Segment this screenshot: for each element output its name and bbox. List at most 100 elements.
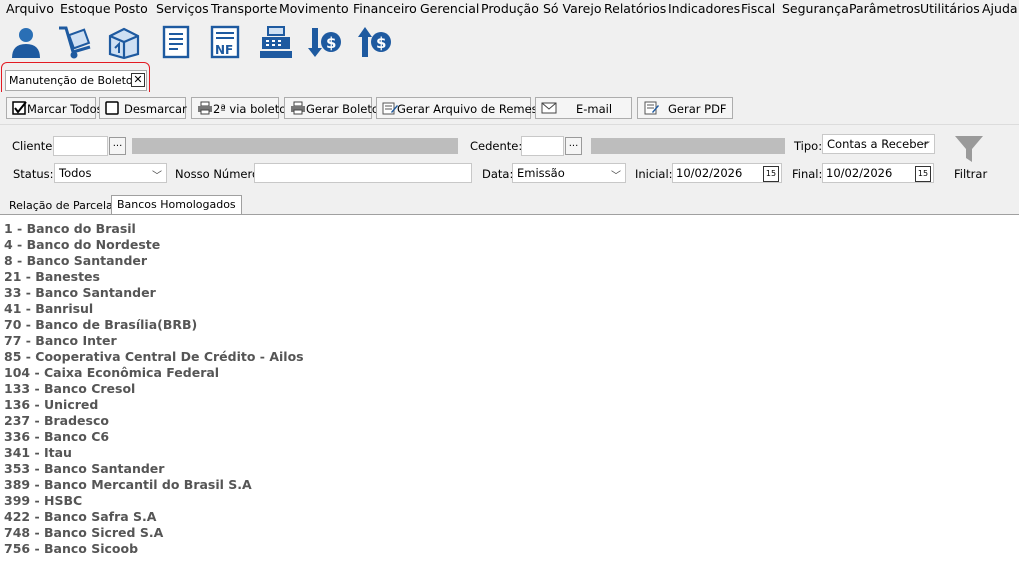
calendar-icon[interactable]: 15 [763, 166, 779, 182]
nf-icon-text: NF [215, 43, 233, 57]
list-item: 389 - Banco Mercantil do Brasil S.A [4, 477, 252, 492]
final-label: Final: [792, 167, 823, 181]
nosso-numero-label: Nosso Número: [175, 167, 263, 181]
list-item: 353 - Banco Santander [4, 461, 165, 476]
icon-toolbar: NF $ $ [0, 18, 1019, 66]
menu-producao[interactable]: Produção [481, 1, 539, 16]
document-list-icon[interactable] [158, 24, 194, 60]
list-item: 748 - Banco Sicred S.A [4, 525, 164, 540]
list-item: 8 - Banco Santander [4, 253, 148, 268]
list-item: 422 - Banco Safra S.A [4, 509, 157, 524]
dollar-up-icon[interactable]: $ [356, 24, 392, 60]
list-item: 4 - Banco do Nordeste [4, 237, 161, 252]
cedente-label: Cedente: [470, 139, 523, 153]
tipo-select[interactable]: Contas a Receber ﹀ [822, 134, 935, 154]
menu-gerencial[interactable]: Gerencial [420, 1, 479, 16]
nf-document-icon[interactable]: NF [207, 24, 243, 60]
list-item: 336 - Banco C6 [4, 429, 110, 444]
final-date-value: 10/02/2026 [826, 166, 893, 180]
list-item: 136 - Unicred [4, 397, 99, 412]
calendar-icon[interactable]: 15 [915, 166, 931, 182]
data-type-value: Emissão [517, 166, 565, 180]
menu-indicadores[interactable]: Indicadores [668, 1, 740, 16]
inicial-date-input[interactable]: 10/02/2026 15 [672, 163, 782, 183]
generate-remittance-label: Gerar Arquivo de Remessa [397, 102, 551, 116]
menu-arquivo[interactable]: Arquivo [6, 1, 54, 16]
generate-remittance-button[interactable]: Gerar Arquivo de Remessa [376, 97, 551, 119]
mark-all-button[interactable]: Marcar Todos [6, 97, 103, 119]
menu-bar: Arquivo Estoque Posto Serviços Transport… [0, 0, 1019, 18]
menu-movimento[interactable]: Movimento [279, 1, 349, 16]
menu-ajuda[interactable]: Ajuda [982, 1, 1018, 16]
menu-relatorios[interactable]: Relatórios [604, 1, 666, 16]
tipo-value: Contas a Receber [827, 137, 929, 151]
checkbox-checked-icon [12, 101, 27, 115]
cliente-lookup-button[interactable]: ... [109, 137, 126, 155]
generate-pdf-label: Gerar PDF [668, 102, 727, 116]
generate-pdf-button[interactable]: Gerar PDF [637, 97, 733, 119]
user-icon[interactable] [8, 24, 44, 60]
menu-fiscal[interactable]: Fiscal [741, 1, 775, 16]
list-item: 21 - Banestes [4, 269, 100, 284]
svg-text:$: $ [326, 34, 336, 52]
menu-servicos[interactable]: Serviços [156, 1, 209, 16]
chevron-down-icon: ﹀ [920, 142, 930, 153]
status-value: Todos [59, 166, 92, 180]
status-select[interactable]: Todos ﹀ [54, 163, 167, 183]
list-item: 41 - Banrisul [4, 301, 94, 316]
filter-label: Filtrar [954, 167, 988, 181]
printer-icon [198, 101, 212, 115]
data-type-select[interactable]: Emissão ﹀ [512, 163, 626, 183]
cash-register-icon[interactable] [258, 24, 294, 60]
nosso-numero-input[interactable] [254, 163, 472, 183]
pdf-file-icon [644, 101, 659, 115]
funnel-icon [955, 136, 983, 162]
dolly-icon[interactable] [56, 24, 92, 60]
menu-estoque[interactable]: Estoque [60, 1, 111, 16]
list-item: 77 - Banco Inter [4, 333, 117, 348]
list-item: 237 - Bradesco [4, 413, 109, 428]
second-copy-label: 2ª via boleto [213, 102, 287, 116]
list-item: 133 - Banco Cresol [4, 381, 136, 396]
cliente-code-input[interactable] [53, 136, 108, 156]
menu-utilitarios[interactable]: Utilitários [920, 1, 980, 16]
cedente-code-input[interactable] [521, 136, 564, 156]
menu-financeiro[interactable]: Financeiro [353, 1, 417, 16]
tab-relacao-de-parcelas[interactable]: Relação de Parcelas [4, 197, 123, 214]
menu-parametros[interactable]: Parâmetros [849, 1, 920, 16]
menu-so-varejo[interactable]: Só Varejo [543, 1, 601, 16]
cliente-name-display [132, 138, 458, 154]
email-button[interactable]: E-mail [535, 97, 632, 119]
menu-transporte[interactable]: Transporte [211, 1, 277, 16]
menu-seguranca[interactable]: Segurança [782, 1, 849, 16]
list-item: 85 - Cooperativa Central De Crédito - Ai… [4, 349, 304, 364]
cedente-lookup-button[interactable]: ... [565, 137, 582, 155]
tab-bancos-homologados[interactable]: Bancos Homologados [111, 195, 242, 214]
cedente-name-display [591, 138, 785, 154]
box-icon[interactable] [106, 24, 142, 60]
list-item: 33 - Banco Santander [4, 285, 156, 300]
list-item: 104 - Caixa Econômica Federal [4, 365, 220, 380]
second-copy-button[interactable]: 2ª via boleto [191, 97, 286, 119]
tipo-label: Tipo: [794, 139, 823, 153]
chevron-down-icon: ﹀ [152, 171, 162, 182]
generate-boleto-button[interactable]: Gerar Boleto [284, 97, 379, 119]
final-date-input[interactable]: 10/02/2026 15 [822, 163, 934, 183]
svg-text:$: $ [376, 34, 386, 52]
checkbox-empty-icon [105, 101, 119, 115]
unmark-button[interactable]: Desmarcar [99, 97, 187, 119]
inicial-date-value: 10/02/2026 [676, 166, 743, 180]
list-item: 756 - Banco Sicoob [4, 541, 139, 556]
unmark-label: Desmarcar [124, 102, 187, 116]
data-label: Data: [482, 167, 514, 181]
status-label: Status: [13, 167, 54, 181]
inicial-label: Inicial: [635, 167, 673, 181]
file-edit-icon [382, 102, 398, 115]
printer-icon [291, 101, 305, 115]
menu-posto[interactable]: Posto [114, 1, 148, 16]
list-item: 341 - Itau [4, 445, 72, 460]
chevron-down-icon: ﹀ [611, 171, 621, 182]
dollar-down-icon[interactable]: $ [306, 24, 342, 60]
filter-button[interactable]: Filtrar [948, 134, 992, 182]
mark-all-label: Marcar Todos [27, 102, 103, 116]
